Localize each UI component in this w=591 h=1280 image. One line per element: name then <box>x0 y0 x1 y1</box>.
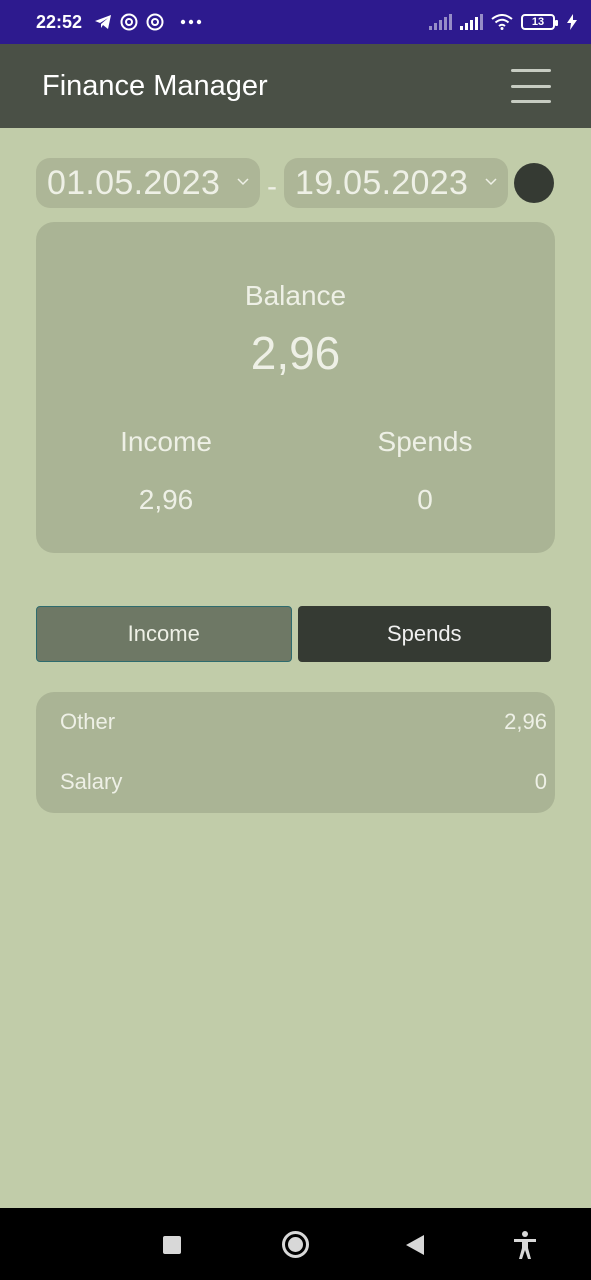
charging-icon <box>567 14 577 30</box>
category-list: Other 2,96 Salary 0 <box>36 692 555 813</box>
income-value: 2,96 <box>138 484 194 515</box>
category-amount: 0 <box>534 769 547 794</box>
income-label: Income <box>120 426 212 457</box>
date-separator: - <box>267 170 277 203</box>
type-tabs: Income Spends <box>36 606 551 662</box>
more-icon <box>180 19 202 25</box>
telegram-icon <box>95 15 112 29</box>
signal-icon <box>429 14 452 30</box>
tab-spends[interactable]: Spends <box>297 606 551 662</box>
date-to-picker[interactable]: 19.05.2023 <box>284 158 508 208</box>
chevron-down-icon <box>485 178 497 186</box>
category-amount: 2,96 <box>504 709 547 734</box>
theme-toggle-button[interactable] <box>514 163 554 203</box>
date-range: 01.05.2023 - 19.05.2023 <box>36 158 556 208</box>
status-left-icons <box>94 13 202 31</box>
status-time: 22:52 <box>36 11 83 32</box>
spends-value: 0 <box>417 484 433 515</box>
recents-icon[interactable] <box>163 1236 181 1254</box>
list-item[interactable]: Other 2,96 <box>60 692 547 752</box>
chevron-down-icon <box>237 178 249 186</box>
at-icon <box>120 13 138 31</box>
balance-card: Balance 2,96 Income 2,96 Spends 0 <box>36 222 555 553</box>
list-item[interactable]: Salary 0 <box>60 752 547 812</box>
system-nav-bar <box>0 1208 591 1280</box>
home-icon[interactable] <box>282 1231 309 1258</box>
battery-icon: 13 <box>521 14 558 30</box>
date-from-picker[interactable]: 01.05.2023 <box>36 158 260 208</box>
accessibility-icon[interactable] <box>512 1230 538 1260</box>
spends-summary: Spends 0 <box>295 426 555 516</box>
balance-value: 2,96 <box>250 327 341 379</box>
wifi-icon <box>491 14 513 30</box>
balance-label: Balance <box>244 280 347 311</box>
date-from-value: 01.05.2023 <box>47 163 221 202</box>
back-icon[interactable] <box>406 1235 424 1255</box>
app-bar: Finance Manager <box>0 44 591 128</box>
category-name: Other <box>60 709 116 734</box>
status-right-icons: 13 <box>429 14 577 30</box>
date-to-value: 19.05.2023 <box>295 163 469 202</box>
app-title: Finance Manager <box>42 69 268 102</box>
signal-icon <box>460 14 483 30</box>
hamburger-menu-icon[interactable] <box>511 69 551 103</box>
status-bar: 22:52 13 <box>0 0 591 44</box>
income-summary: Income 2,96 <box>36 426 296 516</box>
tab-income[interactable]: Income <box>36 606 292 662</box>
spends-label: Spends <box>377 426 473 457</box>
at-icon <box>146 13 164 31</box>
category-name: Salary <box>60 769 123 794</box>
